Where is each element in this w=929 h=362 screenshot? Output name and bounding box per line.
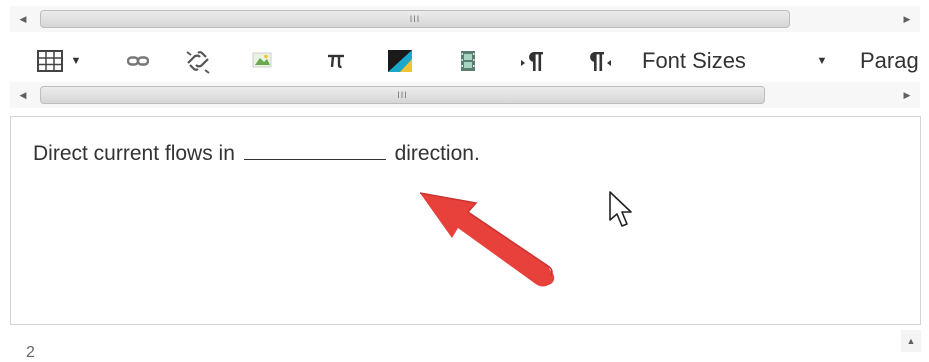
filmstrip-icon	[461, 51, 475, 71]
left-to-right-button[interactable]	[512, 44, 552, 78]
scroll-up-arrow-icon[interactable]: ▲	[901, 330, 921, 352]
scroll-left-arrow-icon[interactable]: ◀	[12, 6, 34, 32]
table-button[interactable]: ▼	[30, 44, 88, 78]
table-dropdown-caret-icon: ▼	[70, 55, 82, 67]
font-sizes-caret-icon: ▼	[816, 55, 828, 67]
partial-text: 2	[26, 344, 35, 361]
scrollbar-grip-icon: III	[397, 90, 408, 100]
question-sentence: Direct current flows in direction.	[33, 141, 480, 166]
toolbar-horizontal-scrollbar[interactable]: ◀ III ▶	[10, 6, 920, 32]
sentence-before-blank: Direct current flows in	[33, 142, 235, 165]
scroll-left-arrow-icon[interactable]: ◀	[12, 82, 34, 108]
fill-in-blank[interactable]	[243, 141, 386, 160]
insert-math-button[interactable]	[316, 44, 356, 78]
table-icon	[36, 50, 63, 72]
insert-media-button[interactable]	[380, 44, 420, 78]
unlink-icon	[186, 51, 210, 74]
editor-horizontal-scrollbar[interactable]: ◀ III ▶	[10, 82, 920, 108]
link-icon	[127, 56, 149, 66]
scrollbar-thumb[interactable]: III	[40, 86, 765, 104]
scroll-right-arrow-icon[interactable]: ▶	[896, 82, 918, 108]
insert-image-button[interactable]	[242, 44, 282, 78]
font-sizes-dropdown[interactable]: ▼	[810, 44, 834, 78]
insert-video-button[interactable]	[448, 44, 488, 78]
pi-icon	[328, 54, 344, 69]
scrollbar-grip-icon: III	[409, 14, 421, 24]
rtl-pilcrow-icon	[590, 52, 611, 71]
sentence-after-blank: direction.	[394, 142, 480, 165]
remove-link-button[interactable]	[178, 44, 218, 78]
scroll-right-arrow-icon[interactable]: ▶	[896, 6, 918, 32]
editor-content-area[interactable]: Direct current flows in direction.	[10, 116, 921, 325]
right-to-left-button[interactable]	[580, 44, 620, 78]
media-icon	[388, 50, 412, 72]
image-icon	[252, 52, 272, 68]
paragraph-format-label[interactable]: Parag	[860, 44, 919, 78]
editor-toolbar: ▼ Font Sizes ▼ Parag	[10, 38, 929, 82]
ltr-pilcrow-icon	[521, 52, 543, 71]
insert-link-button[interactable]	[118, 44, 158, 78]
scrollbar-thumb[interactable]: III	[40, 10, 790, 28]
font-sizes-label[interactable]: Font Sizes	[642, 44, 746, 78]
